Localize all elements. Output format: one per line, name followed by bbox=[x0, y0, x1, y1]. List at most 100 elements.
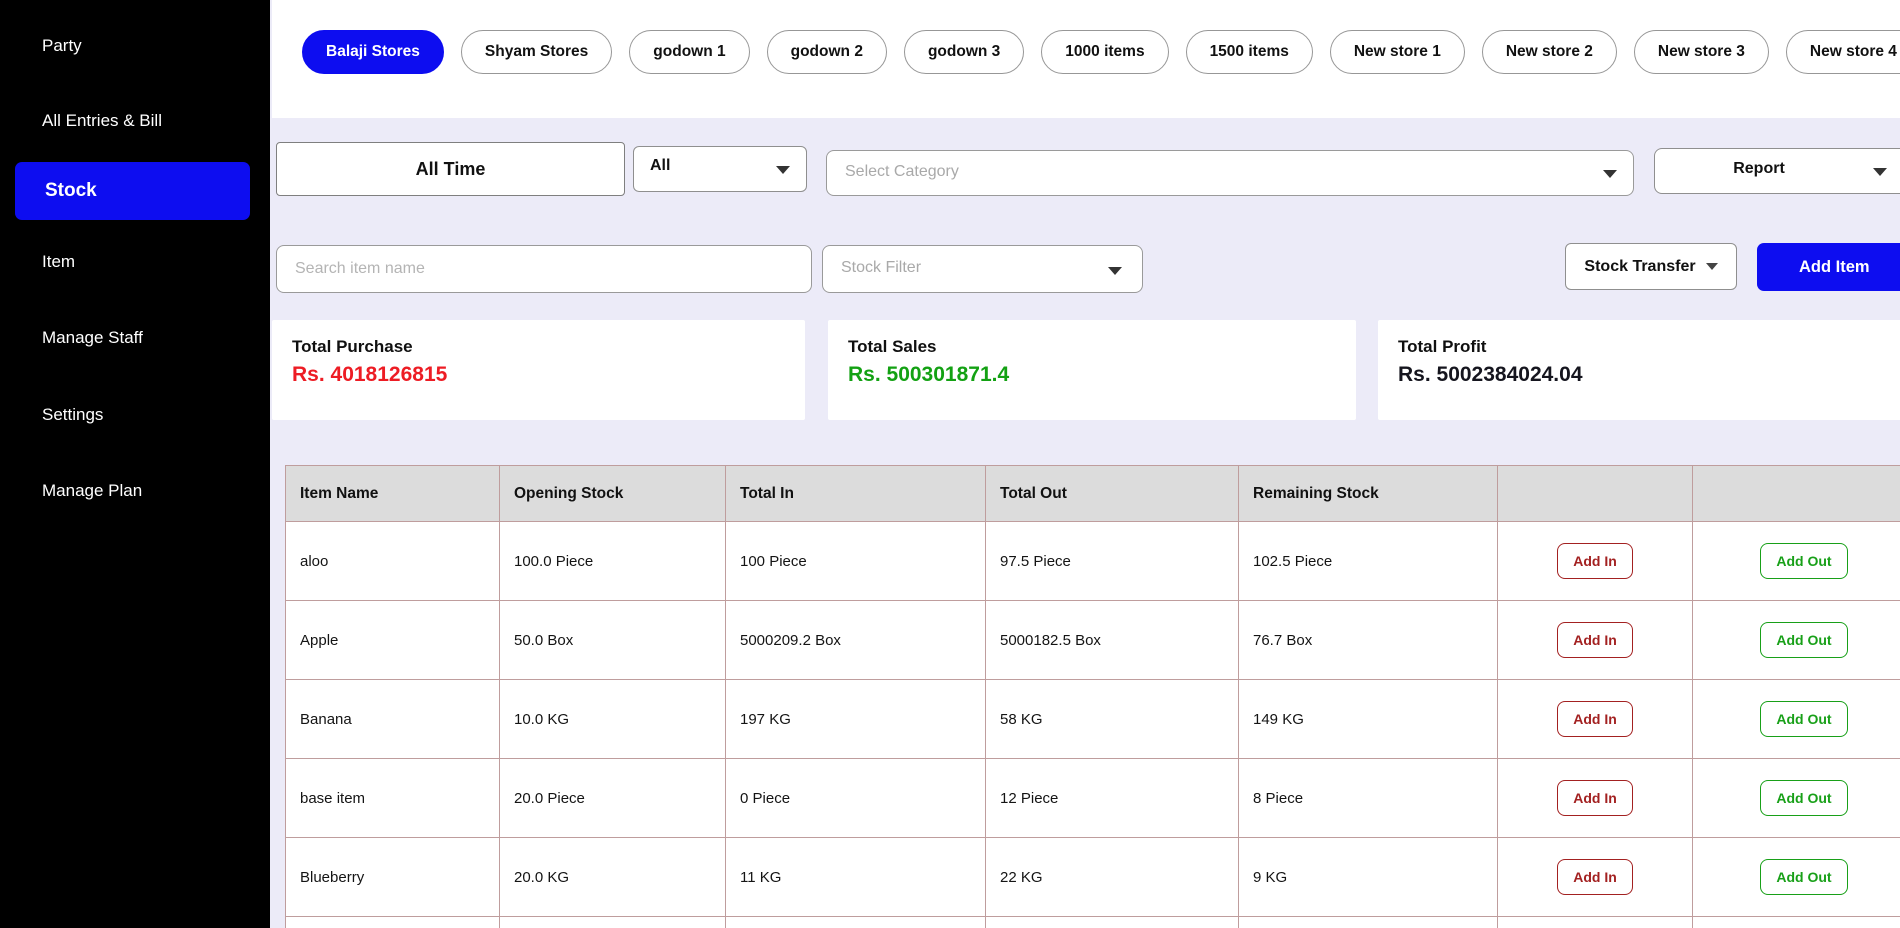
column-header-total-in: Total In bbox=[726, 466, 986, 522]
add-in-button[interactable]: Add In bbox=[1557, 780, 1633, 816]
column-header-item-name: Item Name bbox=[286, 466, 500, 522]
store-tab-new-store-2[interactable]: New store 2 bbox=[1482, 30, 1617, 74]
sidebar-item-settings[interactable]: Settings bbox=[42, 405, 103, 425]
cell-add-in: Add In bbox=[1498, 759, 1693, 838]
store-tab-godown-2[interactable]: godown 2 bbox=[767, 30, 887, 74]
category-dropdown[interactable]: Select Category bbox=[826, 150, 1634, 196]
store-tab-new-store-3[interactable]: New store 3 bbox=[1634, 30, 1769, 74]
total-sales-value: Rs. 500301871.4 bbox=[848, 363, 1356, 387]
total-profit-value: Rs. 5002384024.04 bbox=[1398, 363, 1900, 387]
store-tab-new-store-1[interactable]: New store 1 bbox=[1330, 30, 1465, 74]
cell-item-name: aloo bbox=[286, 522, 500, 601]
add-in-button[interactable]: Add In bbox=[1557, 543, 1633, 579]
total-sales-card: Total Sales Rs. 500301871.4 bbox=[828, 320, 1356, 420]
cell-remaining-stock: 8 Piece bbox=[1239, 759, 1498, 838]
search-input[interactable] bbox=[276, 245, 812, 293]
table-row: aloo100.0 Piece100 Piece97.5 Piece102.5 … bbox=[286, 522, 1900, 601]
store-tab-new-store-4[interactable]: New store 4 bbox=[1786, 30, 1900, 74]
cell-add-in: Add In bbox=[1498, 838, 1693, 917]
cell-empty bbox=[726, 917, 986, 928]
stock-filter-placeholder: Stock Filter bbox=[841, 259, 921, 277]
cell-remaining-stock: 102.5 Piece bbox=[1239, 522, 1498, 601]
store-tab-1500-items[interactable]: 1500 items bbox=[1186, 30, 1313, 74]
cell-remaining-stock: 149 KG bbox=[1239, 680, 1498, 759]
cell-total-out: 22 KG bbox=[986, 838, 1239, 917]
add-out-button[interactable]: Add Out bbox=[1760, 701, 1847, 737]
chevron-down-icon bbox=[1706, 263, 1718, 270]
store-tabs: Balaji Stores Shyam Stores godown 1 godown … bbox=[302, 30, 1900, 74]
column-header-add-in bbox=[1498, 466, 1693, 522]
cell-empty bbox=[1239, 917, 1498, 928]
stock-table: Item Name Opening Stock Total In Total O… bbox=[285, 465, 1900, 928]
table-row: Banana10.0 KG197 KG58 KG149 KGAdd InAdd … bbox=[286, 680, 1900, 759]
add-out-button[interactable]: Add Out bbox=[1760, 780, 1847, 816]
sidebar-item-party[interactable]: Party bbox=[42, 36, 82, 56]
column-header-remaining-stock: Remaining Stock bbox=[1239, 466, 1498, 522]
cell-add-out: Add Out bbox=[1693, 680, 1900, 759]
cell-total-in: 197 KG bbox=[726, 680, 986, 759]
table-row: base item20.0 Piece0 Piece12 Piece8 Piec… bbox=[286, 759, 1900, 838]
cell-item-name: Blueberry bbox=[286, 838, 500, 917]
chevron-down-icon bbox=[1108, 267, 1122, 275]
add-out-button[interactable]: Add Out bbox=[1760, 622, 1847, 658]
stock-transfer-label: Stock Transfer bbox=[1584, 258, 1695, 276]
sidebar-item-item[interactable]: Item bbox=[42, 252, 75, 272]
sidebar: Party All Entries & Bill Stock Item Manage S… bbox=[0, 0, 270, 928]
cell-add-in: Add In bbox=[1498, 522, 1693, 601]
add-out-button[interactable]: Add Out bbox=[1760, 859, 1847, 895]
cell-add-out: Add Out bbox=[1693, 601, 1900, 680]
add-out-button[interactable]: Add Out bbox=[1760, 543, 1847, 579]
total-purchase-card: Total Purchase Rs. 4018126815 bbox=[272, 320, 805, 420]
cell-add-in: Add In bbox=[1498, 601, 1693, 680]
table-header-row: Item Name Opening Stock Total In Total O… bbox=[286, 466, 1900, 522]
cell-opening-stock: 20.0 KG bbox=[500, 838, 726, 917]
category-placeholder: Select Category bbox=[845, 163, 959, 181]
cell-add-in: Add In bbox=[1498, 680, 1693, 759]
type-filter-dropdown[interactable]: All bbox=[633, 146, 807, 192]
add-in-button[interactable]: Add In bbox=[1557, 859, 1633, 895]
report-dropdown[interactable]: Report bbox=[1654, 148, 1900, 194]
store-tab-shyam-stores[interactable]: Shyam Stores bbox=[461, 30, 612, 74]
total-purchase-label: Total Purchase bbox=[292, 337, 805, 357]
cell-remaining-stock: 9 KG bbox=[1239, 838, 1498, 917]
cell-remaining-stock: 76.7 Box bbox=[1239, 601, 1498, 680]
total-sales-label: Total Sales bbox=[848, 337, 1356, 357]
sidebar-item-manage-plan[interactable]: Manage Plan bbox=[42, 481, 142, 501]
cell-empty bbox=[286, 917, 500, 928]
report-label: Report bbox=[1655, 160, 1863, 178]
store-tab-balaji-stores[interactable]: Balaji Stores bbox=[302, 30, 444, 74]
cell-total-in: 0 Piece bbox=[726, 759, 986, 838]
chevron-down-icon bbox=[1603, 170, 1617, 178]
cell-item-name: Banana bbox=[286, 680, 500, 759]
cell-add-out: Add Out bbox=[1693, 838, 1900, 917]
cell-opening-stock: 50.0 Box bbox=[500, 601, 726, 680]
column-header-opening-stock: Opening Stock bbox=[500, 466, 726, 522]
store-tab-godown-1[interactable]: godown 1 bbox=[629, 30, 749, 74]
store-tab-1000-items[interactable]: 1000 items bbox=[1041, 30, 1168, 74]
add-in-button[interactable]: Add In bbox=[1557, 701, 1633, 737]
cell-total-out: 5000182.5 Box bbox=[986, 601, 1239, 680]
cell-opening-stock: 10.0 KG bbox=[500, 680, 726, 759]
time-range-button[interactable]: All Time bbox=[276, 142, 625, 196]
total-profit-card: Total Profit Rs. 5002384024.04 bbox=[1378, 320, 1900, 420]
sidebar-item-all-entries-bill[interactable]: All Entries & Bill bbox=[42, 111, 162, 131]
add-item-button[interactable]: Add Item bbox=[1757, 243, 1900, 291]
add-in-button[interactable]: Add In bbox=[1557, 622, 1633, 658]
stock-transfer-button[interactable]: Stock Transfer bbox=[1565, 243, 1737, 290]
column-header-total-out: Total Out bbox=[986, 466, 1239, 522]
sidebar-item-manage-staff[interactable]: Manage Staff bbox=[42, 328, 143, 348]
stock-filter-dropdown[interactable]: Stock Filter bbox=[822, 245, 1143, 293]
cell-total-out: 12 Piece bbox=[986, 759, 1239, 838]
stock-page: Party All Entries & Bill Stock Item Manage S… bbox=[0, 0, 1900, 928]
cell-add-out: Add Out bbox=[1693, 522, 1900, 601]
table-row-partial bbox=[286, 917, 1900, 928]
table-row: Apple50.0 Box5000209.2 Box5000182.5 Box7… bbox=[286, 601, 1900, 680]
sidebar-item-stock[interactable]: Stock bbox=[15, 162, 250, 220]
total-profit-label: Total Profit bbox=[1398, 337, 1900, 357]
cell-total-in: 5000209.2 Box bbox=[726, 601, 986, 680]
cell-item-name: Apple bbox=[286, 601, 500, 680]
cell-total-in: 11 KG bbox=[726, 838, 986, 917]
cell-opening-stock: 20.0 Piece bbox=[500, 759, 726, 838]
store-tab-godown-3[interactable]: godown 3 bbox=[904, 30, 1024, 74]
cell-empty bbox=[1693, 917, 1900, 928]
